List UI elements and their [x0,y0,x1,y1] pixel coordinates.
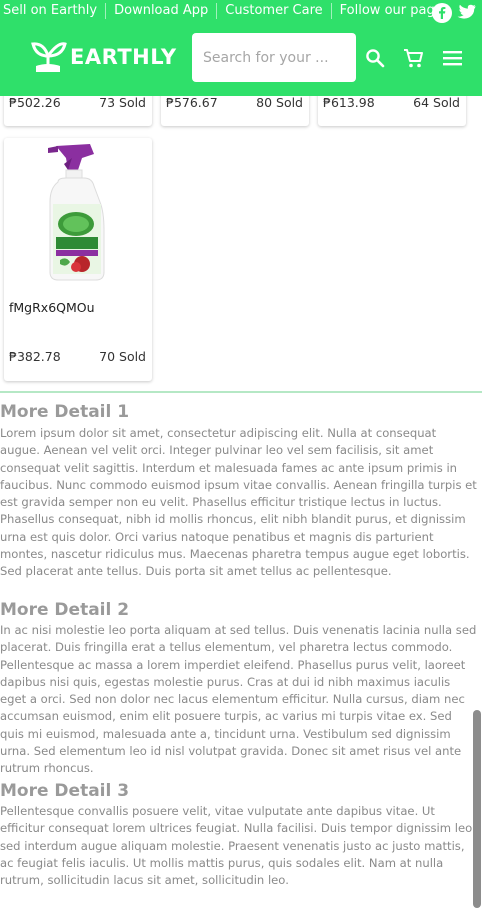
product-sold-count: 80 Sold [256,95,303,110]
product-sold-count: 64 Sold [413,95,460,110]
product-price: ₱502.26 [9,95,61,110]
download-app-link[interactable]: Download App [105,3,216,19]
detail-title-3: More Detail 3 [0,781,130,801]
detail-title-1: More Detail 1 [0,402,130,422]
earthly-logo[interactable]: EARTHLY [28,40,177,74]
search-icon[interactable] [364,47,386,69]
twitter-icon[interactable] [456,2,480,23]
facebook-icon[interactable] [431,2,452,23]
product-price: ₱613.98 [323,95,375,110]
product-price: ₱576.67 [166,95,218,110]
spray-bottle-image [48,144,105,281]
top-links-bar: Sell on Earthly Download App Customer Ca… [0,0,482,22]
product-image[interactable] [38,140,118,282]
sprout-logo-icon [31,42,67,72]
menu-icon[interactable] [441,47,463,69]
cart-icon[interactable] [402,47,424,69]
customer-care-link[interactable]: Customer Care [216,3,330,19]
product-sold-count: 73 Sold [99,95,146,110]
section-divider [0,391,482,393]
sell-link[interactable]: Sell on Earthly [3,3,105,19]
search-input[interactable] [192,33,356,82]
detail-title-2: More Detail 2 [0,600,130,620]
scrollbar-thumb[interactable] [473,710,481,908]
product-card[interactable]: fMgRx6QMOu ₱382.78 70 Sold [4,138,152,381]
detail-body-1: Lorem ipsum dolor sit amet, consectetur … [0,426,477,579]
detail-body-2: In ac nisi molestie leo porta aliquam at… [0,623,477,776]
detail-body-3: Pellentesque convallis posuere velit, vi… [0,804,476,888]
logo-text: EARTHLY [70,45,177,69]
product-name: fMgRx6QMOu [9,300,95,315]
site-header: Sell on Earthly Download App Customer Ca… [0,0,482,96]
product-sold-count: 70 Sold [99,349,146,364]
product-price: ₱382.78 [9,349,61,364]
